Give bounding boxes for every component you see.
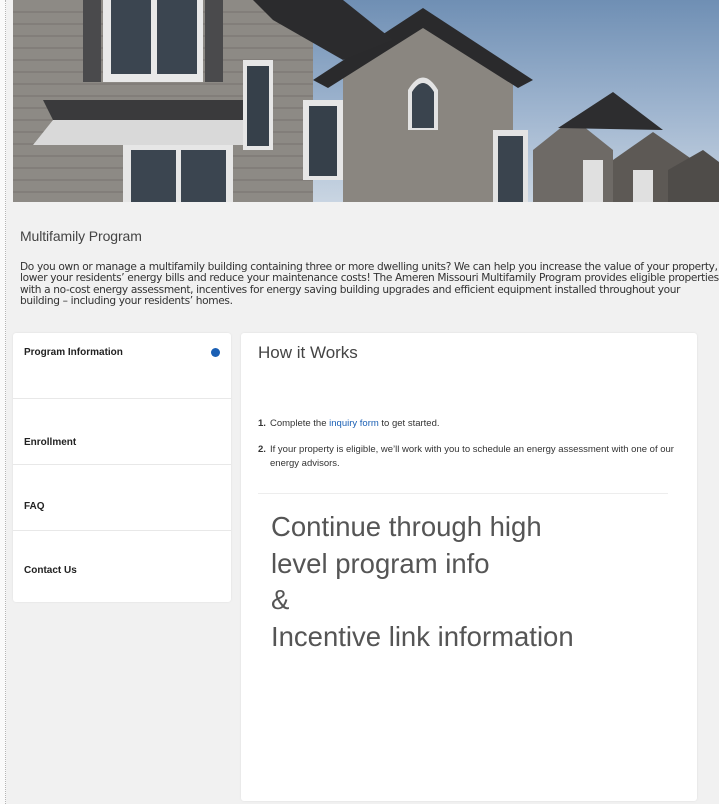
hero-image — [13, 0, 719, 202]
annotation-line: & — [271, 584, 290, 615]
inquiry-form-link[interactable]: inquiry form — [329, 418, 379, 429]
annotation-overlay: Continue through high level program info… — [271, 509, 574, 655]
program-title: Multifamily Program — [20, 228, 142, 244]
step-text: If your property is eligible, we’ll work… — [270, 444, 674, 469]
townhouses-photo-icon — [13, 0, 719, 202]
nav-item-label: Program Information — [24, 347, 123, 358]
nav-item-faq[interactable]: FAQ — [13, 465, 231, 531]
annotation-line: Incentive link information — [271, 620, 574, 652]
nav-item-label: FAQ — [24, 501, 45, 512]
nav-item-program-information[interactable]: Program Information — [13, 333, 231, 399]
nav-item-label: Contact Us — [24, 565, 77, 576]
annotation-line: level program info — [271, 547, 490, 579]
active-indicator-icon — [211, 348, 220, 357]
page-edge — [0, 0, 6, 804]
nav-item-contact-us[interactable]: Contact Us — [13, 531, 231, 597]
steps-list: 1. Complete the inquiry form to get star… — [258, 417, 683, 471]
step-item: 1. Complete the inquiry form to get star… — [258, 417, 683, 431]
divider — [258, 493, 668, 494]
program-intro: Do you own or manage a multifamily build… — [20, 261, 719, 308]
nav-item-label: Enrollment — [24, 437, 77, 448]
step-text: Complete the — [270, 418, 330, 429]
step-text: to get started. — [378, 418, 440, 429]
section-heading: How it Works — [258, 343, 358, 362]
annotation-line: Continue through high — [271, 511, 542, 542]
program-nav: Program Information Enrollment FAQ Conta… — [13, 333, 231, 602]
content-panel: How it Works 1. Complete the inquiry for… — [241, 333, 697, 801]
nav-item-enrollment[interactable]: Enrollment — [13, 399, 231, 465]
step-number: 2. — [258, 444, 266, 455]
step-item: 2. If your property is eligible, we’ll w… — [258, 443, 683, 471]
step-number: 1. — [258, 418, 266, 429]
